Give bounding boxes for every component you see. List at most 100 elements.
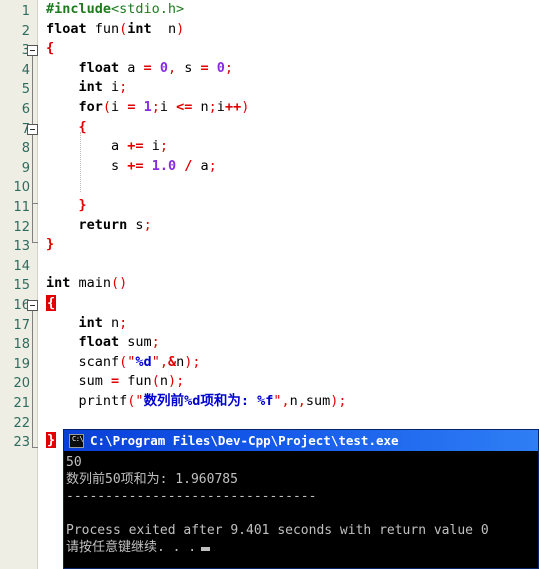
token-plus-equals: +=	[127, 157, 144, 174]
token-semicolon: ;	[119, 79, 128, 96]
fold-bracket-line-16	[32, 311, 33, 447]
token-int: int	[78, 314, 103, 331]
token-var-sum: sum	[305, 392, 331, 409]
line-number-18: 18	[13, 337, 30, 353]
line-number-23: 23	[13, 435, 30, 451]
code-line-13[interactable]: }	[46, 235, 539, 255]
screen-root: 1 2 3 4 5 6 7 8 9 10 11 12 13 14 15 16 1…	[0, 0, 539, 569]
code-line-1[interactable]: #include<stdio.h>	[46, 0, 539, 20]
code-line-20[interactable]: sum = fun(n);	[46, 372, 539, 392]
token-main-name: main	[70, 275, 112, 292]
token-var-n: n	[159, 373, 168, 390]
console-window[interactable]: C:\ C:\Program Files\Dev-Cpp\Project\tes…	[63, 429, 539, 569]
code-line-19[interactable]: scanf("%d",&n);	[46, 353, 539, 373]
code-line-17[interactable]: int n;	[46, 314, 539, 334]
token-assign: =	[200, 59, 209, 76]
token-paren-open: (	[151, 373, 160, 390]
code-line-6[interactable]: for(i = 1;i <= n;i++)	[46, 98, 539, 118]
line-number-5: 5	[21, 82, 30, 98]
token-semicolon: ;	[159, 138, 168, 155]
token-semicolon: ;	[151, 334, 160, 351]
token-one: 1	[135, 98, 152, 115]
line-number-4: 4	[21, 62, 30, 78]
console-title-text: C:\Program Files\Dev-Cpp\Project\test.ex…	[90, 433, 399, 448]
token-comma: ,	[167, 59, 177, 76]
token-quote-comma: ",	[151, 353, 168, 370]
code-line-3[interactable]: {	[46, 39, 539, 59]
token-brace-close-11: }	[78, 196, 87, 213]
token-semicolon: ;	[151, 98, 160, 115]
code-line-15[interactable]: int main()	[46, 274, 539, 294]
code-line-4[interactable]: float a = 0, s = 0;	[46, 59, 539, 79]
code-line-11[interactable]: }	[46, 196, 539, 216]
token-brace-open-16-highlighted: {	[46, 294, 57, 311]
token-printf: printf	[78, 392, 128, 409]
code-line-21[interactable]: printf("数列前%d项和为: %f",n,sum);	[46, 392, 539, 412]
line-number-8: 8	[21, 141, 30, 157]
token-semicolon: ;	[119, 314, 128, 331]
token-int: int	[46, 275, 71, 292]
token-brace-close-23-highlighted: }	[46, 432, 57, 449]
line-number-6: 6	[21, 102, 30, 117]
token-header: <stdio.h>	[111, 1, 185, 17]
token-var-n: n	[102, 314, 120, 331]
token-var-i: i	[111, 98, 128, 115]
code-line-10[interactable]	[46, 176, 539, 196]
console-line-result: 数列前50项和为: 1.960785	[66, 472, 238, 487]
token-var-i: i	[159, 98, 177, 115]
indent-guide	[80, 132, 81, 192]
code-line-16[interactable]: {	[46, 294, 539, 314]
code-line-18[interactable]: float sum;	[46, 333, 539, 353]
line-number-17: 17	[13, 317, 30, 333]
token-float: float	[78, 59, 120, 76]
line-number-15: 15	[13, 278, 30, 294]
token-le: <=	[176, 98, 193, 115]
code-line-7[interactable]: {	[46, 118, 539, 138]
fold-bracket-outer-tail	[32, 203, 33, 242]
token-var-i: i	[102, 79, 120, 96]
code-line-5[interactable]: int i;	[46, 78, 539, 98]
token-comma: ,	[297, 392, 306, 409]
fold-toggle-line-3[interactable]	[27, 45, 38, 56]
token-paren-close: )	[241, 98, 250, 115]
token-return: return	[78, 216, 128, 233]
token-var-i: i	[143, 138, 160, 155]
line-number-12: 12	[13, 219, 30, 235]
code-line-12[interactable]: return s;	[46, 216, 539, 236]
line-number-gutter[interactable]: 1 2 3 4 5 6 7 8 9 10 11 12 13 14 15 16 1…	[0, 0, 38, 569]
token-semicolon: ;	[208, 157, 217, 174]
token-zero: 0	[151, 59, 168, 76]
line-number-22: 22	[13, 415, 30, 431]
code-line-9[interactable]: s += 1.0 / a;	[46, 157, 539, 177]
token-zero: 0	[208, 59, 225, 76]
code-line-14[interactable]	[46, 255, 539, 275]
line-number-9: 9	[21, 160, 30, 176]
token-include: #include	[46, 1, 112, 17]
token-var-sum: sum	[119, 334, 152, 351]
token-increment: ++	[224, 98, 242, 115]
fold-bracket-line-7	[32, 135, 33, 203]
code-line-2[interactable]: float fun(int n)	[46, 20, 539, 40]
token-var-i: i	[216, 98, 225, 115]
console-output-area[interactable]: 50 数列前50项和为: 1.960785 ------------------…	[64, 451, 538, 568]
token-quote-comma: ",	[273, 392, 290, 409]
line-number-16: 16	[13, 298, 30, 313]
token-semicolon: ;	[176, 373, 185, 390]
token-semicolon: ;	[224, 59, 234, 76]
console-icon: C:\	[69, 433, 84, 448]
fold-toggle-line-16[interactable]	[27, 300, 38, 311]
token-for: for	[78, 98, 103, 115]
code-line-8[interactable]: a += i;	[46, 137, 539, 157]
fold-toggle-line-7[interactable]	[27, 124, 38, 135]
console-title-bar[interactable]: C:\ C:\Program Files\Dev-Cpp\Project\tes…	[64, 430, 538, 451]
token-assign: =	[143, 59, 152, 76]
